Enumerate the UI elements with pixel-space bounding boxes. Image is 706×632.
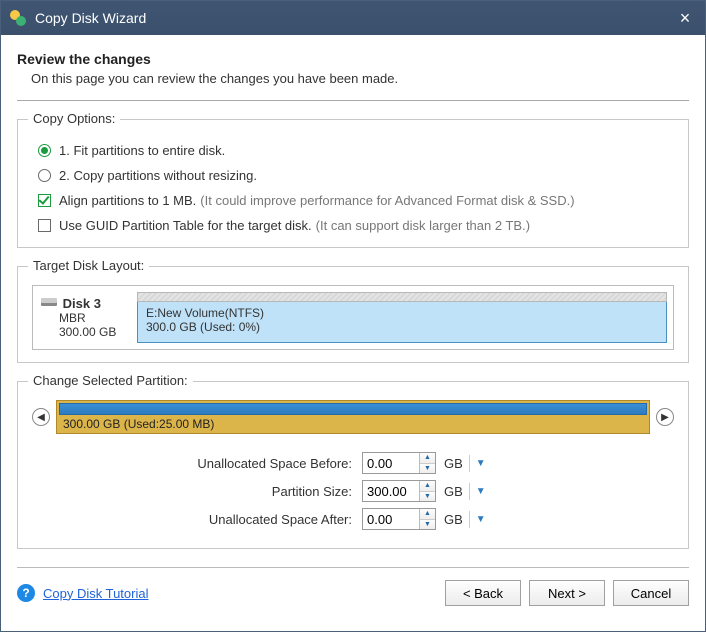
unit-dropdown-before[interactable]: ▼ bbox=[469, 455, 486, 472]
checkbox-icon[interactable] bbox=[38, 194, 51, 207]
disk-icon bbox=[41, 296, 57, 311]
back-button[interactable]: < Back bbox=[445, 580, 521, 606]
chevron-left-icon: ◀ bbox=[37, 412, 45, 423]
footer: ? Copy Disk Tutorial < Back Next > Cance… bbox=[1, 568, 705, 618]
unit-before: GB bbox=[444, 456, 463, 471]
next-button[interactable]: Next > bbox=[529, 580, 605, 606]
copy-options-legend: Copy Options: bbox=[28, 111, 120, 126]
partition-usage: 300.0 GB (Used: 0%) bbox=[146, 320, 658, 334]
option-guid-hint: (It can support disk larger than 2 TB.) bbox=[316, 218, 530, 233]
page-heading: Review the changes bbox=[17, 51, 689, 67]
spin-up-icon[interactable]: ▲ bbox=[420, 481, 435, 492]
checkbox-icon[interactable] bbox=[38, 219, 51, 232]
partition-resize-bar[interactable]: 300.00 GB (Used:25.00 MB) bbox=[56, 400, 650, 434]
help-link[interactable]: Copy Disk Tutorial bbox=[43, 586, 148, 601]
app-icon bbox=[9, 9, 27, 27]
prev-partition-button[interactable]: ◀ bbox=[32, 408, 50, 426]
radio-icon[interactable] bbox=[38, 169, 51, 182]
spinner-unalloc-before[interactable]: ▲ ▼ bbox=[362, 452, 436, 474]
option-copy-no-resize-label: 2. Copy partitions without resizing. bbox=[59, 168, 257, 183]
input-unalloc-after[interactable] bbox=[363, 509, 419, 529]
option-copy-no-resize[interactable]: 2. Copy partitions without resizing. bbox=[38, 168, 674, 183]
partition-bar-label: 300.00 GB (Used:25.00 MB) bbox=[57, 415, 649, 431]
label-unalloc-before: Unallocated Space Before: bbox=[172, 456, 362, 471]
change-partition-legend: Change Selected Partition: bbox=[28, 373, 193, 388]
row-unalloc-after: Unallocated Space After: ▲ ▼ GB ▼ bbox=[172, 508, 674, 530]
help-icon[interactable]: ? bbox=[17, 584, 35, 602]
disk-name: Disk 3 bbox=[63, 296, 101, 311]
option-align-1mb[interactable]: Align partitions to 1 MB. (It could impr… bbox=[38, 193, 674, 208]
disk-layout-bar[interactable]: E:New Volume(NTFS) 300.0 GB (Used: 0%) bbox=[137, 292, 667, 343]
spin-up-icon[interactable]: ▲ bbox=[420, 509, 435, 520]
disk-info: Disk 3 MBR 300.00 GB bbox=[39, 292, 137, 343]
titlebar[interactable]: Copy Disk Wizard × bbox=[1, 1, 705, 35]
option-guid[interactable]: Use GUID Partition Table for the target … bbox=[38, 218, 674, 233]
target-disk-group: Target Disk Layout: Disk 3 MBR 300.00 GB bbox=[17, 266, 689, 363]
spinner-partition-size[interactable]: ▲ ▼ bbox=[362, 480, 436, 502]
divider bbox=[17, 100, 689, 101]
chevron-right-icon: ▶ bbox=[661, 412, 669, 423]
option-fit-partitions[interactable]: 1. Fit partitions to entire disk. bbox=[38, 143, 674, 158]
partition-used-strip bbox=[59, 403, 647, 415]
disk-size: 300.00 GB bbox=[59, 325, 135, 339]
page-description: On this page you can review the changes … bbox=[31, 71, 689, 86]
option-guid-label: Use GUID Partition Table for the target … bbox=[59, 218, 312, 233]
disk-row[interactable]: Disk 3 MBR 300.00 GB E:New Volume(NTFS) … bbox=[32, 285, 674, 350]
radio-icon[interactable] bbox=[38, 144, 51, 157]
spin-down-icon[interactable]: ▼ bbox=[420, 520, 435, 530]
option-fit-label: 1. Fit partitions to entire disk. bbox=[59, 143, 225, 158]
spin-up-icon[interactable]: ▲ bbox=[420, 453, 435, 464]
input-unalloc-before[interactable] bbox=[363, 453, 419, 473]
option-align-hint: (It could improve performance for Advanc… bbox=[200, 193, 574, 208]
disk-partition-block[interactable]: E:New Volume(NTFS) 300.0 GB (Used: 0%) bbox=[137, 302, 667, 343]
copy-options-group: Copy Options: 1. Fit partitions to entir… bbox=[17, 119, 689, 248]
unit-dropdown-after[interactable]: ▼ bbox=[469, 511, 486, 528]
input-partition-size[interactable] bbox=[363, 481, 419, 501]
disk-type: MBR bbox=[59, 311, 135, 325]
window-title: Copy Disk Wizard bbox=[35, 10, 673, 26]
target-disk-legend: Target Disk Layout: bbox=[28, 258, 149, 273]
unit-size: GB bbox=[444, 484, 463, 499]
close-icon[interactable]: × bbox=[673, 8, 697, 29]
unit-dropdown-size[interactable]: ▼ bbox=[469, 483, 486, 500]
disk-bar-header bbox=[137, 292, 667, 302]
spin-down-icon[interactable]: ▼ bbox=[420, 464, 435, 474]
next-partition-button[interactable]: ▶ bbox=[656, 408, 674, 426]
label-unalloc-after: Unallocated Space After: bbox=[172, 512, 362, 527]
unit-after: GB bbox=[444, 512, 463, 527]
content-area: Review the changes On this page you can … bbox=[1, 35, 705, 549]
spinner-unalloc-after[interactable]: ▲ ▼ bbox=[362, 508, 436, 530]
label-partition-size: Partition Size: bbox=[172, 484, 362, 499]
spin-down-icon[interactable]: ▼ bbox=[420, 492, 435, 502]
partition-title: E:New Volume(NTFS) bbox=[146, 306, 658, 320]
cancel-button[interactable]: Cancel bbox=[613, 580, 689, 606]
change-partition-group: Change Selected Partition: ◀ 300.00 GB (… bbox=[17, 381, 689, 549]
row-unalloc-before: Unallocated Space Before: ▲ ▼ GB ▼ bbox=[172, 452, 674, 474]
row-partition-size: Partition Size: ▲ ▼ GB ▼ bbox=[172, 480, 674, 502]
option-align-label: Align partitions to 1 MB. bbox=[59, 193, 196, 208]
